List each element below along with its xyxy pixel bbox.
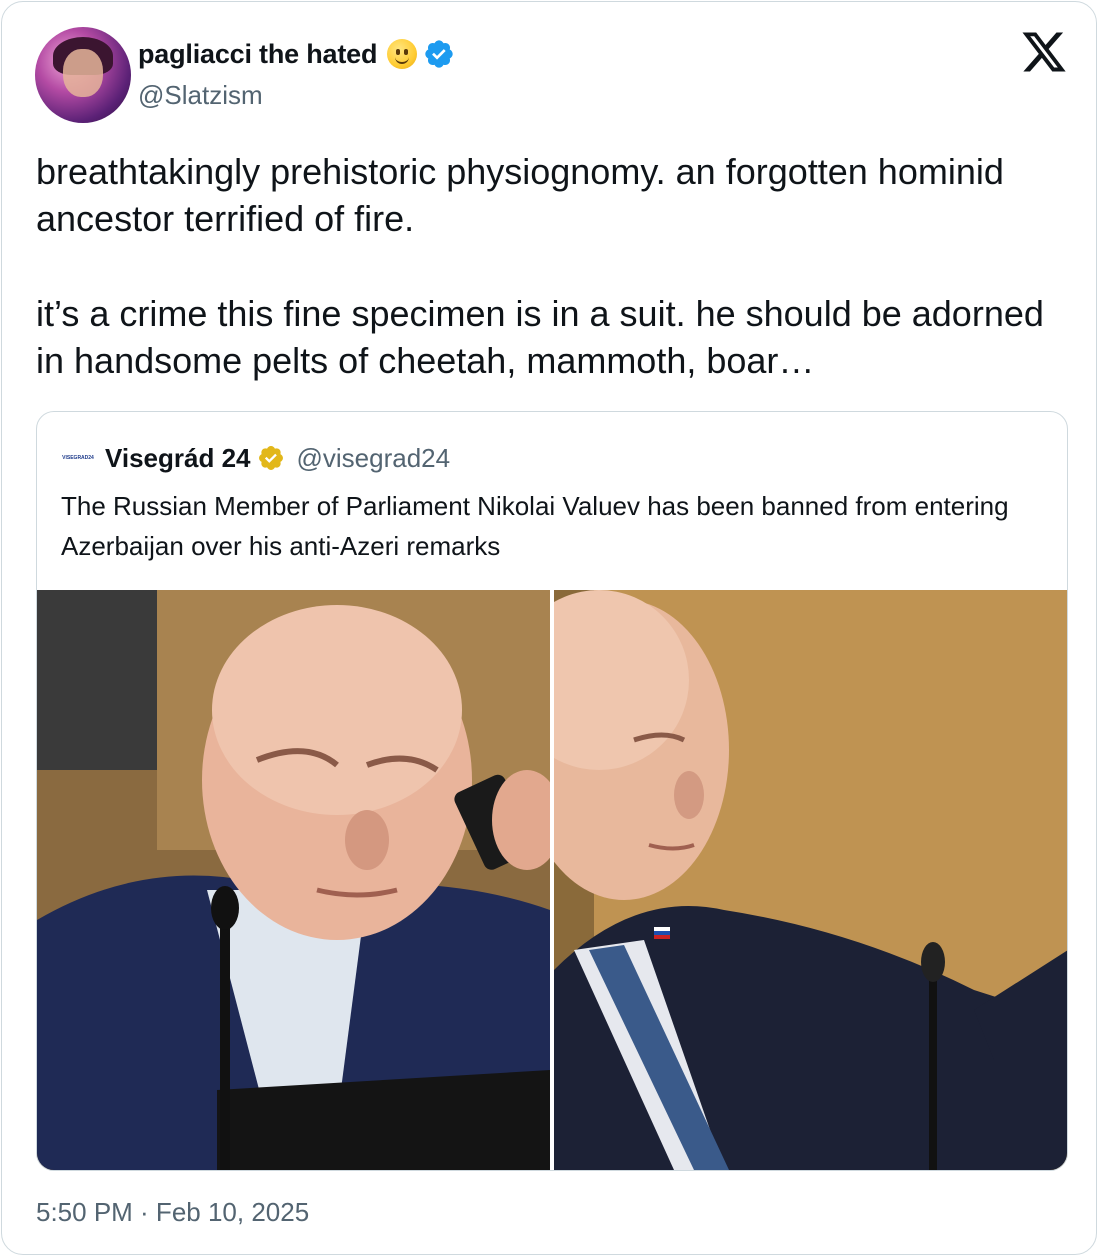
quoted-photo-right[interactable] (554, 590, 1067, 1170)
tweet-card: pagliacci the hated @Slatzism breathtaki… (1, 1, 1097, 1255)
author-name[interactable]: pagliacci the hated (138, 39, 377, 70)
tweet-timestamp[interactable]: 5:50 PM · Feb 10, 2025 (36, 1197, 309, 1228)
quoted-tweet-text: The Russian Member of Parliament Nikolai… (61, 491, 1009, 561)
photo-right-illustration (554, 590, 1067, 1170)
tweet-paragraph-2: it’s a crime this fine specimen is in a … (36, 293, 1044, 381)
gold-verified-badge-icon (258, 446, 283, 470)
tweet-paragraph-1: breathtakingly prehistoric physiognomy. … (36, 151, 1004, 239)
x-logo-icon[interactable] (1018, 28, 1070, 76)
avatar[interactable] (35, 27, 131, 123)
quoted-author-handle[interactable]: @visegrad24 (297, 443, 451, 474)
verified-badge-icon (425, 40, 453, 68)
quoted-photo-left[interactable] (37, 590, 550, 1170)
visegrad-logo: VISEGRAD24 (61, 451, 95, 465)
author-name-row[interactable]: pagliacci the hated (138, 36, 455, 72)
photo-left-illustration (37, 590, 550, 1170)
author-handle[interactable]: @Slatzism (138, 80, 263, 111)
quoted-author-name[interactable]: Visegrád 24 (105, 443, 251, 474)
quoted-tweet[interactable]: VISEGRAD24 Visegrád 24 @visegrad24 The R… (36, 411, 1068, 1171)
quoted-tweet-header: VISEGRAD24 Visegrád 24 @visegrad24 (61, 442, 450, 474)
tweet-text: breathtakingly prehistoric physiognomy. … (36, 148, 1066, 384)
slightly-smiling-face-icon (387, 39, 418, 69)
